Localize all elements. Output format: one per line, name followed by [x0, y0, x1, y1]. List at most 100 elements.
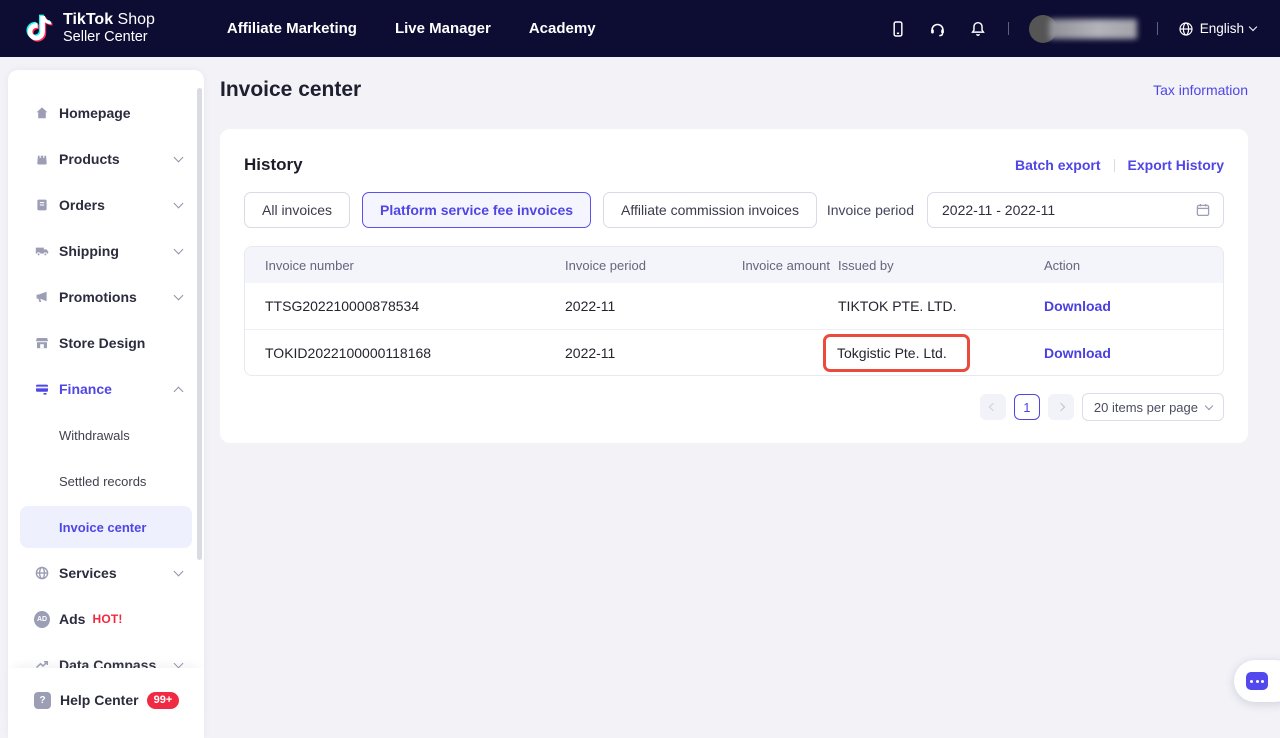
table-row: TTSG202210000878534 2022-11 TIKTOK PTE. … — [245, 283, 1223, 329]
logo-brand: TikTok — [63, 11, 113, 28]
invoice-period-value: 2022-11 - 2022-11 — [942, 202, 1055, 218]
page-1-button[interactable]: 1 — [1014, 394, 1040, 420]
filter-platform-service-fee-invoices[interactable]: Platform service fee invoices — [362, 192, 591, 228]
invoice-period: 2022-11 — [565, 298, 735, 314]
promotions-megaphone-icon — [34, 289, 50, 305]
sidebar-scroll-area: Homepage Products Orders Shipping Promot… — [8, 70, 204, 668]
globe-icon — [1178, 21, 1194, 37]
tiktok-logo[interactable]: TikTok Shop Seller Center — [24, 11, 155, 46]
main-content: Invoice center Tax information History B… — [204, 57, 1280, 738]
chevron-right-icon — [1057, 403, 1065, 411]
services-globe-icon — [34, 565, 50, 581]
finance-card-icon — [34, 381, 50, 397]
support-headset-icon[interactable] — [928, 19, 948, 39]
nav-affiliate-marketing[interactable]: Affiliate Marketing — [227, 20, 357, 37]
col-invoice-period: Invoice period — [565, 258, 735, 273]
chat-bubble-icon — [1246, 672, 1268, 690]
tax-information-link[interactable]: Tax information — [1153, 82, 1248, 98]
sidebar-item-homepage[interactable]: Homepage — [8, 90, 204, 136]
sidebar-item-help-center[interactable]: ? Help Center 99+ — [8, 668, 204, 738]
sidebar-scrollbar[interactable] — [197, 88, 202, 560]
sidebar-item-data-compass[interactable]: Data Compass — [8, 642, 204, 668]
topnav: TikTok Shop Seller Center Affiliate Mark… — [0, 0, 1280, 57]
help-count-badge: 99+ — [147, 692, 180, 709]
divider — [1008, 22, 1009, 35]
notifications-bell-icon[interactable] — [968, 19, 988, 39]
logo-subtitle: Seller Center — [63, 29, 155, 46]
history-card: History Batch export Export History All … — [220, 129, 1248, 443]
col-invoice-amount: Invoice amount — [735, 258, 830, 273]
page-size-value: 20 items per page — [1094, 400, 1198, 415]
invoice-number: TOKID2022100000118168 — [265, 345, 565, 361]
previous-page-button[interactable] — [980, 394, 1006, 420]
filter-affiliate-commission-invoices[interactable]: Affiliate commission invoices — [603, 192, 817, 228]
sidebar-item-settled-records[interactable]: Settled records — [8, 458, 204, 504]
export-history-link[interactable]: Export History — [1128, 157, 1224, 173]
invoice-period: 2022-11 — [565, 345, 735, 361]
sidebar: Homepage Products Orders Shipping Promot… — [8, 70, 204, 738]
pagination: 1 20 items per page — [244, 393, 1224, 421]
chevron-down-icon — [174, 245, 184, 255]
chevron-down-icon — [1205, 401, 1213, 409]
invoices-table: Invoice number Invoice period Invoice am… — [244, 246, 1224, 376]
products-bag-icon — [34, 151, 50, 167]
batch-export-link[interactable]: Batch export — [1015, 157, 1101, 173]
store-design-icon — [34, 335, 50, 351]
invoice-period-input[interactable]: 2022-11 - 2022-11 — [927, 192, 1224, 228]
invoice-type-filters: All invoices Platform service fee invoic… — [244, 192, 817, 228]
help-question-icon: ? — [34, 692, 51, 709]
col-issued-by: Issued by — [830, 258, 1040, 273]
sidebar-item-orders[interactable]: Orders — [8, 182, 204, 228]
invoice-period-label: Invoice period — [827, 202, 914, 218]
table-row: TOKID2022100000118168 2022-11 Tokgistic … — [245, 329, 1223, 375]
sidebar-item-shipping[interactable]: Shipping — [8, 228, 204, 274]
logo-brand-suffix: Shop — [118, 11, 155, 28]
username-redacted — [1049, 19, 1137, 39]
chat-widget-button[interactable] — [1234, 660, 1280, 702]
nav-academy[interactable]: Academy — [529, 20, 596, 37]
sidebar-item-services[interactable]: Services — [8, 550, 204, 596]
page-title: Invoice center — [220, 78, 361, 102]
issued-by: Tokgistic Pte. Ltd. — [830, 345, 1040, 361]
next-page-button[interactable] — [1048, 394, 1074, 420]
page-size-select[interactable]: 20 items per page — [1082, 393, 1224, 421]
sidebar-item-invoice-center[interactable]: Invoice center — [20, 506, 192, 548]
calendar-icon — [1195, 202, 1211, 218]
language-label: English — [1200, 21, 1244, 36]
logo-text: TikTok Shop Seller Center — [63, 11, 155, 46]
chevron-down-icon — [174, 291, 184, 301]
history-heading: History — [244, 155, 303, 175]
red-highlight-annotation: Tokgistic Pte. Ltd. — [823, 334, 970, 372]
chevron-down-icon — [174, 567, 184, 577]
chevron-down-icon — [174, 153, 184, 163]
chevron-down-icon — [174, 659, 184, 668]
nav-live-manager[interactable]: Live Manager — [395, 20, 491, 37]
table-header-row: Invoice number Invoice period Invoice am… — [245, 247, 1223, 283]
col-action: Action — [1040, 258, 1203, 273]
chevron-up-icon — [174, 386, 184, 396]
filter-all-invoices[interactable]: All invoices — [244, 192, 350, 228]
download-link[interactable]: Download — [1044, 298, 1111, 314]
chevron-left-icon — [989, 403, 997, 411]
home-icon — [34, 105, 50, 121]
sidebar-item-withdrawals[interactable]: Withdrawals — [8, 412, 204, 458]
sidebar-item-finance[interactable]: Finance — [8, 366, 204, 412]
user-account[interactable] — [1029, 15, 1137, 43]
tiktok-note-icon — [24, 12, 54, 46]
orders-doc-icon — [34, 197, 50, 213]
col-invoice-number: Invoice number — [265, 258, 565, 273]
shipping-truck-icon — [34, 243, 50, 259]
language-selector[interactable]: English — [1178, 21, 1256, 37]
sidebar-item-products[interactable]: Products — [8, 136, 204, 182]
invoice-number: TTSG202210000878534 — [265, 298, 565, 314]
sidebar-item-store-design[interactable]: Store Design — [8, 320, 204, 366]
data-compass-icon — [34, 657, 50, 668]
mobile-app-icon[interactable] — [888, 19, 908, 39]
hot-badge: HOT! — [92, 612, 122, 626]
divider — [1114, 159, 1115, 172]
download-link[interactable]: Download — [1044, 345, 1111, 361]
chevron-down-icon — [1249, 23, 1257, 31]
sidebar-item-promotions[interactable]: Promotions — [8, 274, 204, 320]
issued-by: TIKTOK PTE. LTD. — [830, 298, 1040, 314]
sidebar-item-ads[interactable]: AD Ads HOT! — [8, 596, 204, 642]
